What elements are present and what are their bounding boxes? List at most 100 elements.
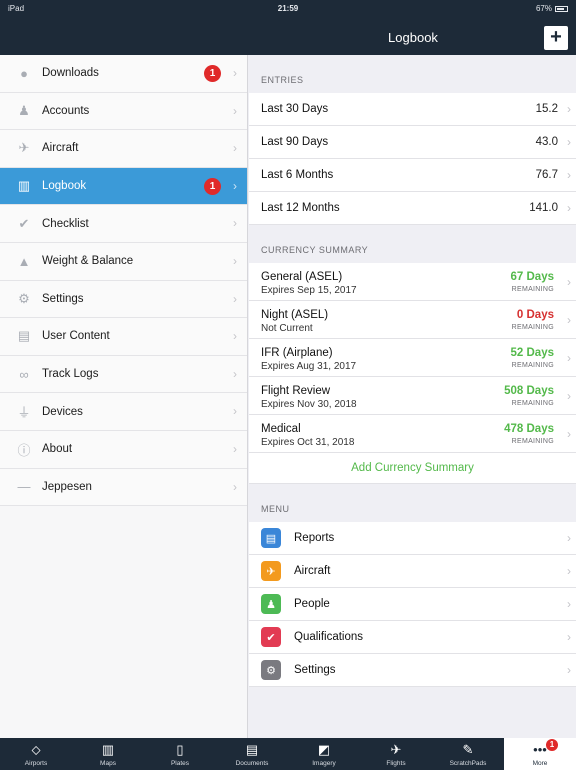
tab-airports[interactable]: ⬦ Airports [0, 738, 72, 770]
menu-header: MENU [261, 504, 290, 514]
sidebar-item-devices[interactable]: ⏚ Devices › [0, 393, 247, 431]
remaining-label: REMAINING [511, 362, 554, 369]
menu-item-label: People [294, 598, 330, 610]
currency-title: Flight Review [261, 385, 331, 397]
notification-badge: 1 [204, 177, 221, 195]
tab-label: Documents [235, 760, 269, 767]
reports-icon: ▤ [261, 528, 281, 548]
currency-row[interactable]: Medical Expires Oct 31, 2018 478 Days REMAI… [249, 415, 576, 453]
info-icon: ⓘ [17, 442, 31, 458]
chevron-right-icon: › [567, 531, 571, 545]
tab-label: ScratchPads [449, 760, 487, 767]
chevron-right-icon: › [567, 168, 571, 182]
sidebar-item-label: Settings [42, 292, 84, 305]
entry-label: Last 12 Months [261, 202, 340, 214]
currency-subtitle: Expires Nov 30, 2018 [261, 399, 357, 410]
entries-row[interactable]: Last 12 Months 141.0 › [249, 192, 576, 225]
sidebar-item-label: Logbook [42, 180, 87, 193]
menu-item-qualifications[interactable]: ✔ Qualifications › [249, 621, 576, 654]
tab-label: Maps [100, 760, 116, 767]
menu-item-aircraft[interactable]: ✈ Aircraft › [249, 555, 576, 588]
currency-row[interactable]: General (ASEL) Expires Sep 15, 2017 67 Day… [249, 263, 576, 301]
tab-maps[interactable]: ▥ Maps [72, 738, 144, 770]
sidebar-item-downloads[interactable]: ● Downloads 1 › [0, 55, 247, 93]
sidebar-item-about[interactable]: ⓘ About › [0, 430, 247, 469]
menu-item-people[interactable]: ♟ People › [249, 588, 576, 621]
add-button[interactable]: + [544, 26, 568, 50]
tab-more[interactable]: ••• More 1 [504, 738, 576, 770]
sidebar-item-label: Aircraft [42, 142, 79, 155]
sidebar-item-label: Devices [42, 405, 83, 418]
entries-header: ENTRIES [261, 75, 304, 85]
sidebar-item-logbook[interactable]: ▥ Logbook 1 › [0, 167, 247, 206]
plug-icon: ⏚ [17, 405, 31, 421]
currency-subtitle: Expires Oct 31, 2018 [261, 437, 355, 448]
tab-imagery[interactable]: ◩ Imagery [288, 738, 360, 770]
airplane-icon: ✈ [18, 140, 30, 156]
battery-percent: 67% [535, 4, 552, 13]
battery-status: 67% [536, 4, 568, 13]
chevron-right-icon: › [233, 329, 237, 344]
sidebar-item-aircraft[interactable]: ✈ Aircraft › [0, 130, 247, 168]
chevron-right-icon: › [233, 66, 237, 80]
currency-row[interactable]: Night (ASEL) Not Current 0 Days REMAINING › [249, 301, 576, 339]
sidebar-item-track-logs[interactable]: ∞ Track Logs › [0, 355, 247, 394]
entry-label: Last 30 Days [261, 103, 329, 115]
currency-row[interactable]: Flight Review Expires Nov 30, 2018 508 Day… [249, 377, 576, 415]
currency-row[interactable]: IFR (Airplane) Expires Aug 31, 2017 52 Day… [249, 339, 576, 377]
currency-days: 0 Days [516, 309, 554, 321]
aircraft-icon: ✈ [261, 561, 281, 581]
sidebar-item-weight-balance[interactable]: ▲ Weight & Balance › [0, 242, 247, 281]
tab-scratchpads[interactable]: ✎ ScratchPads [432, 738, 504, 770]
sidebar-item-checklist[interactable]: ✔ Checklist › [0, 205, 247, 243]
chevron-right-icon: › [567, 630, 571, 644]
chevron-right-icon: › [567, 351, 571, 365]
chevron-right-icon: › [567, 564, 571, 578]
entry-label: Last 6 Months [261, 169, 334, 181]
tab-label: Imagery [312, 760, 336, 767]
menu-item-label: Qualifications [294, 631, 364, 643]
menu-item-settings[interactable]: ⚙ Settings › [249, 654, 576, 687]
chevron-right-icon: › [233, 141, 237, 156]
airport-icon: ⬦ [31, 742, 41, 757]
chevron-right-icon: › [567, 663, 571, 677]
entries-row[interactable]: Last 6 Months 76.7 › [249, 159, 576, 192]
entries-row[interactable]: Last 30 Days 15.2 › [249, 93, 576, 126]
chevron-right-icon: › [567, 313, 571, 327]
tab-documents[interactable]: ▤ Documents [216, 738, 288, 770]
chevron-right-icon: › [233, 404, 237, 419]
sidebar-item-label: User Content [42, 330, 110, 343]
sidebar-item-accounts[interactable]: ♟ Accounts › [0, 92, 247, 131]
chevron-right-icon: › [567, 135, 571, 149]
remaining-label: REMAINING [511, 438, 554, 445]
currency-title: Night (ASEL) [261, 309, 329, 321]
currency-header: CURRENCY SUMMARY [261, 245, 369, 255]
chevron-right-icon: › [233, 103, 237, 118]
remaining-label: REMAINING [511, 286, 554, 293]
gear-icon: ⚙ [18, 290, 30, 306]
tab-bar: ⬦ Airports ▥ Maps ▯ Plates ▤ Documents ◩ Imagery ✈… [0, 738, 576, 770]
tab-flights[interactable]: ✈ Flights [360, 738, 432, 770]
currency-subtitle: Not Current [261, 323, 313, 334]
sidebar-item-settings[interactable]: ⚙ Settings › [0, 280, 247, 319]
add-currency-summary-button[interactable]: Add Currency Summary [249, 453, 576, 484]
settings-icon: ⚙ [261, 660, 281, 680]
imagery-icon: ◩ [317, 742, 331, 757]
flights-icon: ✈ [390, 742, 402, 757]
entry-hours: 15.2 [535, 103, 558, 115]
sidebar-item-user-content[interactable]: ▤ User Content › [0, 318, 247, 356]
entries-row[interactable]: Last 90 Days 43.0 › [249, 126, 576, 159]
pen-icon: ✎ [462, 742, 474, 757]
track-icon: ∞ [19, 366, 29, 382]
sidebar-item-jeppesen[interactable]: — Jeppesen › [0, 468, 247, 507]
currency-title: General (ASEL) [261, 271, 343, 283]
menu-item-reports[interactable]: ▤ Reports › [249, 522, 576, 555]
tab-label: More [532, 760, 548, 767]
remaining-label: REMAINING [511, 400, 554, 407]
chevron-right-icon: › [233, 291, 237, 306]
menu-item-label: Aircraft [294, 565, 331, 577]
tab-plates[interactable]: ▯ Plates [144, 738, 216, 770]
tab-label: Plates [170, 760, 190, 767]
sidebar-item-label: About [42, 443, 73, 456]
chevron-right-icon: › [233, 479, 237, 494]
